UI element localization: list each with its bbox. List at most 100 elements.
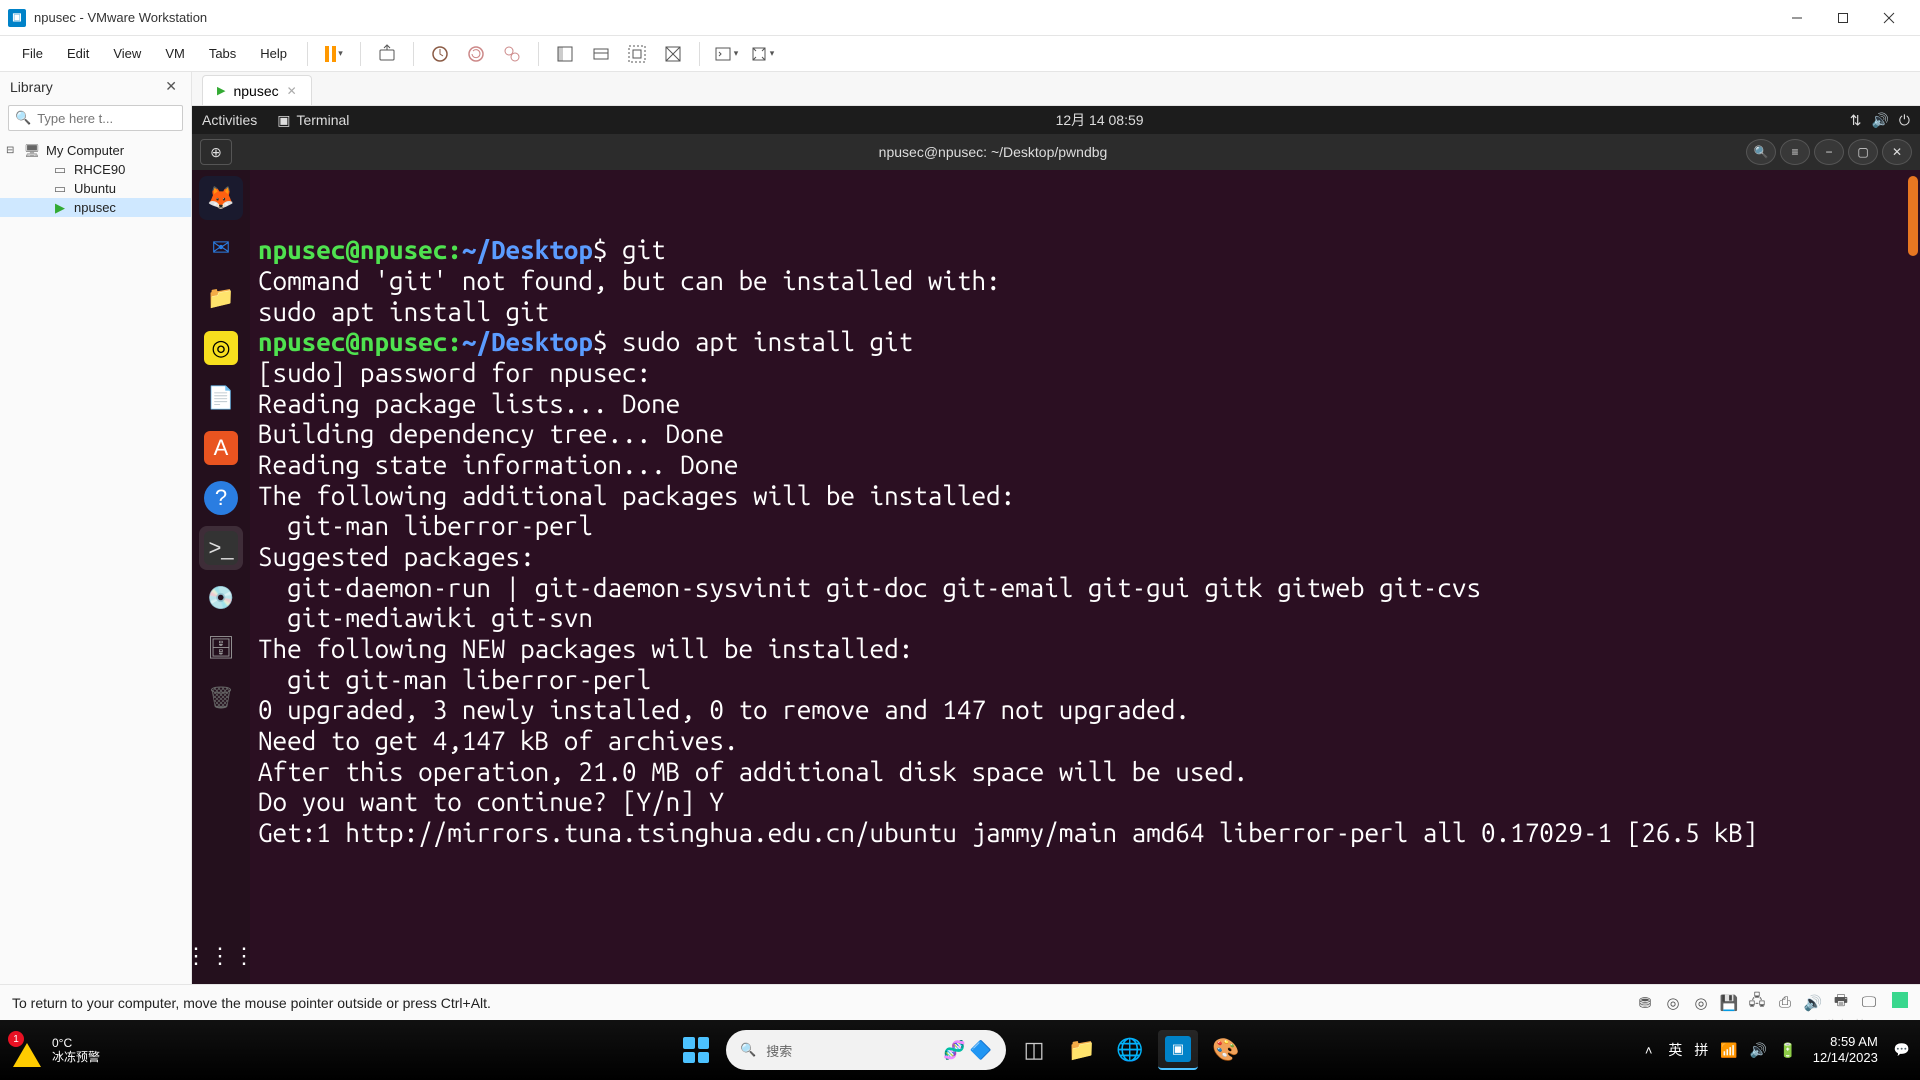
taskbar-vmware[interactable]: ▣ — [1158, 1030, 1198, 1070]
menu-file[interactable]: File — [12, 40, 53, 67]
ime-indicator-1[interactable]: 英 — [1668, 1040, 1682, 1060]
vm-off-icon: ▭ — [52, 182, 68, 196]
terminal-new-tab-button[interactable]: ⊕ — [200, 139, 232, 165]
start-button[interactable] — [674, 1028, 718, 1072]
window-title: npusec - VMware Workstation — [34, 10, 1774, 25]
notifications-button[interactable]: 💬 — [1894, 1042, 1910, 1058]
menu-edit[interactable]: Edit — [57, 40, 99, 67]
sound-icon[interactable]: 🔊 — [1802, 992, 1824, 1014]
workspace: Library ✕ 🔍 ⊟ 🖥 My Computer ▭ RHCE90 ▭ U… — [0, 72, 1920, 984]
cd2-icon[interactable]: ◎ — [1690, 992, 1712, 1014]
terminal-minimize-button[interactable]: − — [1814, 139, 1844, 165]
pause-button[interactable]: ▾ — [318, 38, 350, 70]
dock-help[interactable]: ? — [199, 476, 243, 520]
gnome-clock[interactable]: 12月 14 08:59 — [349, 110, 1849, 130]
gnome-activities[interactable]: Activities — [202, 112, 257, 129]
separator — [699, 42, 700, 66]
menu-vm[interactable]: VM — [155, 40, 195, 67]
gnome-app-indicator[interactable]: ▣ Terminal — [277, 112, 349, 129]
snapshot-revert-button[interactable] — [460, 38, 492, 70]
tree-item-ubuntu[interactable]: ▭ Ubuntu — [0, 179, 191, 198]
tray-overflow-button[interactable]: ˄ — [1645, 1043, 1653, 1058]
view-fullscreen-button[interactable] — [621, 38, 653, 70]
network-icon[interactable]: 🖧 — [1746, 992, 1768, 1014]
tree-item-rhce90[interactable]: ▭ RHCE90 — [0, 160, 191, 179]
usb-icon[interactable]: ⎙ — [1774, 992, 1796, 1014]
tree-item-npusec[interactable]: ▶ npusec — [0, 198, 191, 217]
window-controls — [1774, 2, 1912, 34]
maximize-button[interactable] — [1820, 2, 1866, 34]
floppy-icon[interactable]: 💾 — [1718, 992, 1740, 1014]
volume-icon[interactable]: 🔊 — [1750, 1042, 1767, 1059]
display-icon[interactable]: 🖵 — [1858, 992, 1880, 1014]
thunderbird-icon: ✉ — [212, 235, 230, 261]
send-ctrl-alt-del-button[interactable] — [371, 38, 403, 70]
dock-show-apps[interactable]: ⋮⋮⋮ — [199, 934, 243, 978]
minimize-button[interactable] — [1774, 2, 1820, 34]
console-view-button[interactable]: ▾ — [710, 38, 742, 70]
dock-firefox[interactable]: 🦊 — [199, 176, 243, 220]
snapshot-manager-button[interactable] — [496, 38, 528, 70]
dock-rhythmbox[interactable]: ◎ — [199, 326, 243, 370]
library-search[interactable]: 🔍 — [8, 105, 183, 131]
gnome-system-menu[interactable]: ⇅ 🔊 ⏻ — [1850, 112, 1910, 129]
taskbar-app[interactable]: 🎨 — [1206, 1030, 1246, 1070]
power-icon: ⏻ — [1899, 112, 1910, 129]
dock-writer[interactable]: 📄 — [199, 376, 243, 420]
printer-icon[interactable]: 🖶 — [1830, 992, 1852, 1014]
terminal-maximize-button[interactable]: ▢ — [1848, 139, 1878, 165]
hdd-icon[interactable]: ⛃ — [1634, 992, 1656, 1014]
dock-files[interactable]: 📁 — [199, 276, 243, 320]
taskbar-explorer[interactable]: 📁 — [1062, 1030, 1102, 1070]
library-close-button[interactable]: ✕ — [161, 78, 181, 95]
expander-icon[interactable]: ⊟ — [6, 145, 18, 156]
taskbar-clock[interactable]: 8:59 AM 12/14/2023 — [1813, 1034, 1878, 1065]
guest-screen[interactable]: Activities ▣ Terminal 12月 14 08:59 ⇅ 🔊 ⏻… — [192, 106, 1920, 984]
term-line: git-mediawiki git-svn — [258, 603, 593, 632]
vm-off-icon: ▭ — [52, 163, 68, 177]
tab-close-button[interactable]: ✕ — [287, 84, 297, 98]
close-button[interactable] — [1866, 2, 1912, 34]
wifi-icon[interactable]: 📶 — [1720, 1042, 1737, 1059]
terminal-menu-button[interactable]: ≡ — [1780, 139, 1810, 165]
view-single-button[interactable] — [549, 38, 581, 70]
dock-terminal[interactable]: >_ — [199, 526, 243, 570]
dock-trash[interactable]: 🗑 — [199, 676, 243, 720]
library-search-input[interactable] — [37, 111, 176, 126]
snapshot-take-button[interactable] — [424, 38, 456, 70]
battery-icon[interactable]: 🔋 — [1779, 1042, 1796, 1059]
terminal-body[interactable]: npusec@npusec:~/Desktop$ git Command 'gi… — [250, 170, 1920, 984]
terminal-scrollbar[interactable] — [1908, 176, 1918, 256]
dock-software[interactable]: A — [199, 426, 243, 470]
term-line: git-daemon-run | git-daemon-sysvinit git… — [258, 573, 1481, 602]
taskbar-search[interactable]: 🔍 搜索 🧬🔷 — [726, 1030, 1006, 1070]
menu-view[interactable]: View — [103, 40, 151, 67]
dock-thunderbird[interactable]: ✉ — [199, 226, 243, 270]
ime-indicator-2[interactable]: 拼 — [1694, 1040, 1708, 1060]
stretch-guest-button[interactable]: ▾ — [746, 38, 778, 70]
menu-tabs[interactable]: Tabs — [199, 40, 246, 67]
menu-help[interactable]: Help — [250, 40, 297, 67]
terminal-icon: ▣ — [277, 112, 290, 129]
terminal-search-button[interactable]: 🔍 — [1746, 139, 1776, 165]
terminal-close-button[interactable]: ✕ — [1882, 139, 1912, 165]
term-line: Get:1 http://mirrors.tuna.tsinghua.edu.c… — [258, 818, 1758, 847]
guest-content: 🦊 ✉ 📁 ◎ 📄 A ? >_ 💿 🗄 🗑 ⋮⋮⋮ npusec@npusec… — [192, 170, 1920, 984]
vmware-statusbar: To return to your computer, move the mou… — [0, 984, 1920, 1020]
help-icon: ? — [204, 481, 238, 515]
gnome-app-label: Terminal — [296, 112, 349, 128]
dock-drive[interactable]: 🗄 — [199, 626, 243, 670]
separator — [360, 42, 361, 66]
volume-icon: 🔊 — [1871, 112, 1888, 129]
menu-bar: File Edit View VM Tabs Help ▾ ▾ ▾ — [0, 36, 1920, 72]
tree-my-computer[interactable]: ⊟ 🖥 My Computer — [0, 141, 191, 160]
cd-icon[interactable]: ◎ — [1662, 992, 1684, 1014]
task-view-button[interactable]: ◫ — [1014, 1030, 1054, 1070]
vm-tab-npusec[interactable]: ▶ npusec ✕ — [202, 75, 312, 105]
dock-disc[interactable]: 💿 — [199, 576, 243, 620]
weather-widget[interactable]: 1 0°C 冰冻预警 — [10, 1033, 100, 1067]
taskbar-edge[interactable]: 🌐 — [1110, 1030, 1150, 1070]
separator — [307, 42, 308, 66]
view-unity-button[interactable] — [657, 38, 689, 70]
view-console-button[interactable] — [585, 38, 617, 70]
